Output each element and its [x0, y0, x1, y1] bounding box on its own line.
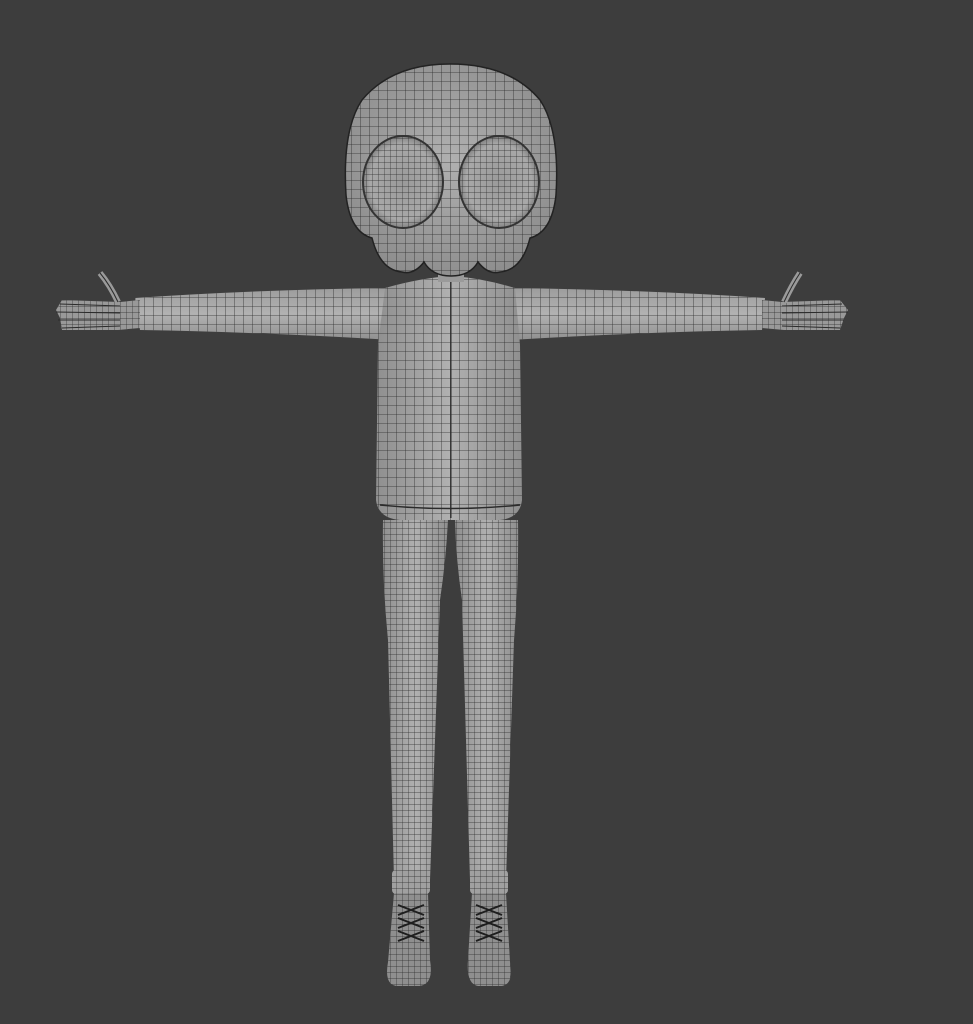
torso — [376, 276, 522, 520]
right-sneaker — [467, 893, 511, 986]
left-sneaker — [387, 893, 431, 986]
left-leg — [382, 520, 448, 894]
viewport-canvas[interactable] — [0, 0, 973, 1024]
right-leg — [455, 520, 519, 894]
right-arm — [510, 288, 765, 340]
skull-head — [344, 63, 558, 277]
left-hand — [55, 271, 140, 330]
right-hand — [762, 271, 849, 330]
character-mesh-icon[interactable] — [55, 63, 849, 986]
3d-viewport[interactable] — [0, 0, 973, 1024]
left-arm — [135, 288, 392, 340]
